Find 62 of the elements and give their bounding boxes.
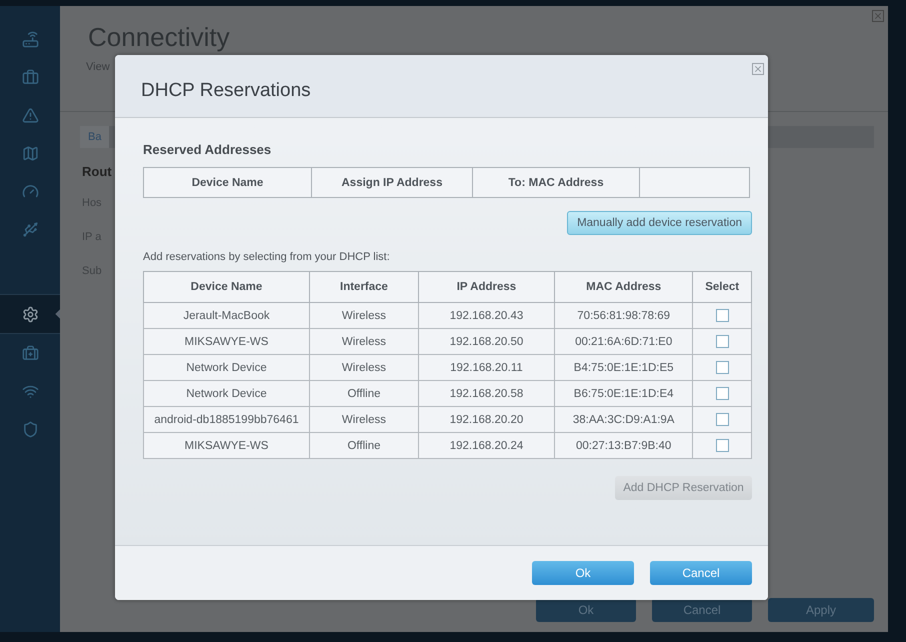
- table-cell: 192.168.20.58: [418, 380, 554, 406]
- checkbox[interactable]: [716, 361, 729, 374]
- table-cell: 192.168.20.50: [418, 328, 554, 354]
- table-cell: 192.168.20.24: [418, 432, 554, 458]
- table-cell: Network Device: [144, 380, 310, 406]
- gauge-icon: [22, 182, 38, 200]
- settings-icon: [22, 306, 38, 322]
- cancel-button[interactable]: Cancel: [650, 561, 752, 585]
- table-cell: 38:AA:3C:D9:A1:9A: [554, 406, 693, 432]
- tab[interactable]: Ba: [80, 126, 110, 148]
- column-header: Select: [692, 272, 752, 302]
- hint-text: Add reservations by selecting from your DHCP list:: [143, 251, 391, 263]
- checkbox[interactable]: [716, 387, 729, 400]
- table-cell: Wireless: [309, 328, 418, 354]
- usb-icon: [22, 220, 38, 238]
- table-cell: 192.168.20.11: [418, 354, 554, 380]
- ok-button[interactable]: Ok: [532, 561, 634, 585]
- page-title: Connectivity: [88, 22, 230, 53]
- table-cell: MIKSAWYE-WS: [144, 328, 310, 354]
- shield-icon: [22, 420, 38, 438]
- table-cell: Jerault-MacBook: [144, 302, 310, 328]
- table-cell: 00:21:6A:6D:71:E0: [554, 328, 693, 354]
- add-reservation-button[interactable]: Manually add device reservation: [567, 211, 752, 235]
- checkbox[interactable]: [716, 413, 729, 426]
- checkbox[interactable]: [716, 309, 729, 322]
- section-title: Rout: [82, 164, 112, 179]
- table-cell: B4:75:0E:1E:1D:E5: [554, 354, 693, 380]
- medical-kit-icon: [22, 344, 38, 362]
- apply-button[interactable]: Apply: [768, 598, 874, 622]
- checkbox[interactable]: [716, 439, 729, 452]
- column-header: IP Address: [418, 272, 554, 302]
- table-cell: Offline: [309, 432, 418, 458]
- close-icon[interactable]: [752, 63, 764, 75]
- table-cell: 192.168.20.20: [418, 406, 554, 432]
- table-cell: android-db1885199bb76461: [144, 406, 310, 432]
- dialog-title: DHCP Reservations: [141, 80, 311, 102]
- column-header: MAC Address: [554, 272, 693, 302]
- sidebar-item[interactable]: [0, 294, 60, 334]
- table-cell: Wireless: [309, 302, 418, 328]
- map-icon: [22, 144, 38, 162]
- table-cell: Offline: [309, 380, 418, 406]
- column-header: Interface: [309, 272, 418, 302]
- table-cell: Network Device: [144, 354, 310, 380]
- table-cell: 192.168.20.43: [418, 302, 554, 328]
- cancel-button[interactable]: Cancel: [652, 598, 752, 622]
- table-cell: Wireless: [309, 354, 418, 380]
- section-heading: Reserved Addresses: [143, 142, 272, 157]
- close-icon[interactable]: [872, 10, 884, 22]
- warning-icon: [22, 106, 38, 124]
- column-header: To: MAC Address: [472, 168, 640, 198]
- router-icon: [22, 30, 38, 48]
- briefcase-icon: [22, 68, 38, 86]
- table-cell: 70:56:81:98:78:69: [554, 302, 693, 328]
- table-cell: Wireless: [309, 406, 418, 432]
- column-header: Assign IP Address: [312, 168, 472, 198]
- column-header: Device Name: [144, 272, 310, 302]
- checkbox[interactable]: [716, 335, 729, 348]
- table-cell: 00:27:13:B7:9B:40: [554, 432, 693, 458]
- ok-button[interactable]: Ok: [536, 598, 636, 622]
- column-header: Device Name: [144, 168, 312, 198]
- table-cell: B6:75:0E:1E:1D:E4: [554, 380, 693, 406]
- table-cell: MIKSAWYE-WS: [144, 432, 310, 458]
